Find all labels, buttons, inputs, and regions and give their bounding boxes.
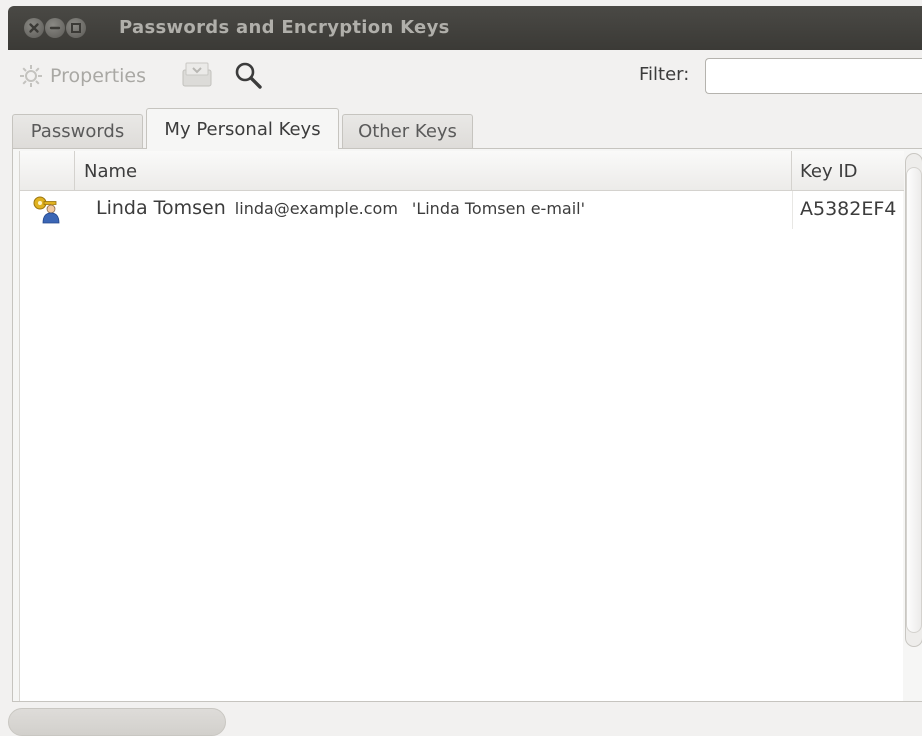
properties-button[interactable]: Properties [18,62,146,90]
close-window-button[interactable] [24,18,44,38]
export-icon [182,62,212,87]
export-button[interactable] [180,58,214,92]
close-icon [29,23,39,33]
key-id-column-header[interactable]: Key ID [792,151,904,191]
properties-label: Properties [50,65,147,87]
progress-bar [8,708,226,736]
tab-my-personal-keys[interactable]: My Personal Keys [146,108,339,149]
maximize-window-button[interactable] [66,18,86,38]
scrollbar-thumb[interactable] [906,167,922,633]
status-bar [8,708,922,736]
filter-input[interactable] [705,58,922,94]
key-owner-cell: Linda Tomsen linda@example.com 'Linda To… [96,197,585,219]
key-owner-email: linda@example.com [234,199,398,218]
minimize-window-button[interactable] [45,18,65,38]
key-id-cell: A5382EF4 [800,198,897,220]
search-button[interactable] [232,60,266,92]
keys-list[interactable]: Name Key ID Linda Tomsen linda@example.c… [19,151,904,701]
personal-key-icon [33,196,60,224]
name-column-header[interactable]: Name [75,151,792,191]
maximize-icon [71,23,81,33]
column-divider [792,191,793,229]
keys-list-header: Name Key ID [20,151,904,191]
toolbar: Properties Filter: [8,50,922,102]
minimize-icon [49,26,61,30]
tab-passwords[interactable]: Passwords [12,114,143,148]
icon-column-header[interactable] [20,151,75,191]
tab-content-panel: Name Key ID Linda Tomsen linda@example.c… [12,148,922,702]
tab-other-keys[interactable]: Other Keys [342,114,473,148]
table-row[interactable]: Linda Tomsen linda@example.com 'Linda To… [20,191,904,229]
gear-icon [20,65,42,87]
key-comment: 'Linda Tomsen e-mail' [411,199,585,218]
vertical-scrollbar[interactable] [905,153,922,647]
key-owner-name: Linda Tomsen [96,197,226,219]
window-title: Passwords and Encryption Keys [119,17,450,38]
search-icon [235,62,262,89]
window-titlebar: Passwords and Encryption Keys [8,6,922,50]
filter-label: Filter: [639,64,690,85]
